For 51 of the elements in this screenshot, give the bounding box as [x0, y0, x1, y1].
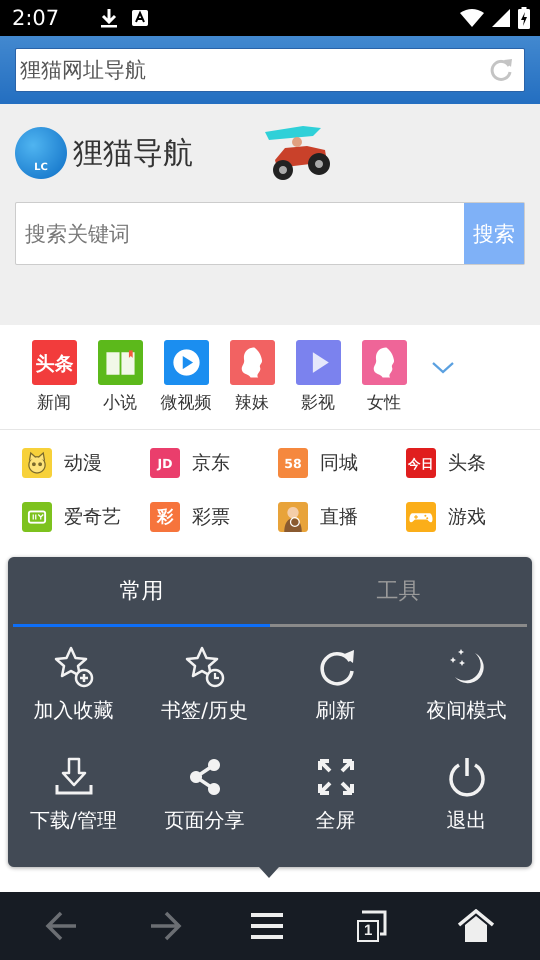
tile-label[interactable]: 影视: [301, 391, 335, 414]
app-icon[interactable]: [230, 340, 274, 385]
wifi-icon: [460, 9, 484, 27]
app-icon[interactable]: JD: [150, 448, 180, 478]
tabs-button[interactable]: 1: [346, 903, 394, 949]
link-label[interactable]: 动漫: [64, 450, 102, 476]
tab-count: 1: [357, 920, 380, 942]
download-icon: [100, 8, 118, 28]
site-name: 狸猫导航: [73, 134, 194, 172]
address-field[interactable]: 狸猫网址导航: [15, 48, 525, 92]
back-arrow-icon: [44, 909, 79, 943]
app-icon[interactable]: 今日: [406, 448, 436, 478]
tile-label[interactable]: 女性: [367, 391, 401, 414]
link-label[interactable]: 头条: [448, 450, 486, 476]
signal-icon: [492, 9, 510, 27]
menu-item[interactable]: 加入收藏: [8, 645, 139, 755]
search-placeholder: 搜索关键词: [24, 220, 131, 248]
link-label[interactable]: 直播: [320, 504, 358, 530]
tile-label[interactable]: 辣妹: [235, 391, 269, 414]
tile-label[interactable]: 小说: [103, 391, 137, 414]
menu-item[interactable]: 书签/历史: [139, 645, 270, 755]
search-field[interactable]: 搜索关键词 搜索: [15, 202, 525, 265]
battery-icon: [518, 7, 530, 29]
menu-icon: [250, 912, 283, 940]
app-icon[interactable]: [296, 340, 340, 385]
tile-label[interactable]: 微视频: [160, 391, 212, 414]
menu-item[interactable]: 下载/管理: [8, 755, 139, 865]
app-icon[interactable]: [362, 340, 406, 385]
link-label[interactable]: 游戏: [448, 504, 486, 530]
app-icon[interactable]: [164, 340, 208, 385]
chevron-down-icon[interactable]: [432, 362, 454, 374]
logo-mark: LC: [34, 162, 48, 173]
link-label[interactable]: 彩票: [192, 504, 230, 530]
notification-icon: [132, 10, 148, 26]
app-icon[interactable]: 头条: [32, 340, 76, 385]
refresh-icon[interactable]: [488, 57, 514, 83]
link-label[interactable]: 同城: [320, 450, 358, 476]
menu-item[interactable]: 全屏: [270, 755, 401, 865]
clock-time: 2:07: [12, 6, 60, 30]
link-label[interactable]: 爱奇艺: [64, 504, 121, 530]
menu-item[interactable]: 刷新: [270, 645, 401, 755]
app-icon[interactable]: [278, 502, 308, 532]
menu-item[interactable]: 退出: [401, 755, 532, 865]
link-label[interactable]: 京东: [192, 450, 230, 476]
tile-label[interactable]: 新闻: [37, 391, 71, 414]
menu-item[interactable]: 页面分享: [139, 755, 270, 865]
menu-tab[interactable]: 常用: [13, 557, 270, 627]
menu-item[interactable]: 夜间模式: [401, 645, 532, 755]
home-icon: [457, 909, 496, 943]
address-text: 狸猫网址导航: [20, 57, 147, 84]
app-icon[interactable]: [22, 448, 52, 478]
